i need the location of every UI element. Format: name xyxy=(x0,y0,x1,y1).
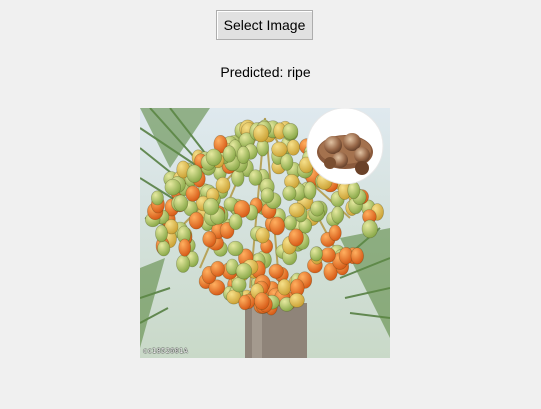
photo-watermark: cc1852601A xyxy=(143,347,189,355)
sliced-nut-inset-icon xyxy=(306,108,384,185)
prediction-label: Predicted: ripe xyxy=(220,64,311,80)
areca-fruit-photo-icon xyxy=(140,108,390,358)
fruit-image: cc1852601A xyxy=(140,108,390,358)
select-image-button[interactable]: Select Image xyxy=(216,10,313,40)
